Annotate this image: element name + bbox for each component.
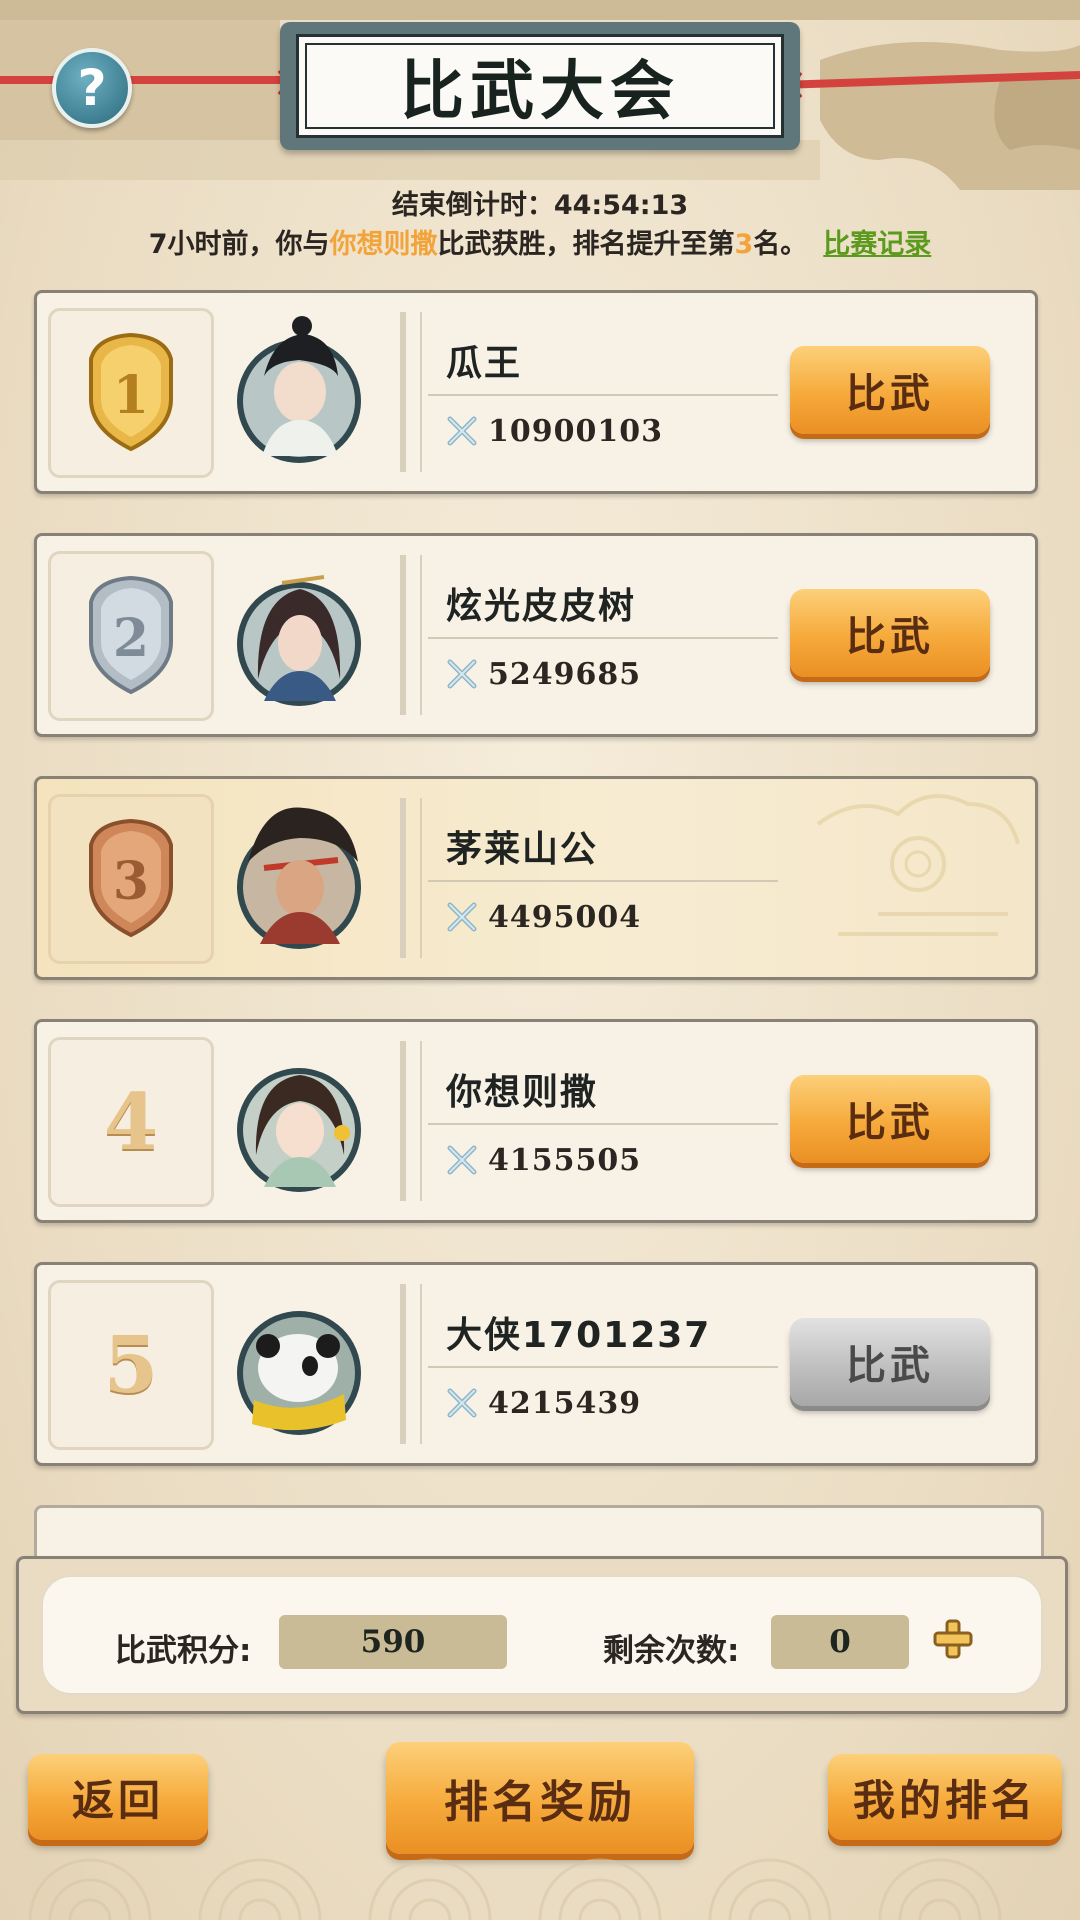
crossed-swords-icon bbox=[447, 659, 477, 688]
stats-panel: 比武积分: 590 剩余次数: 0 bbox=[16, 1556, 1068, 1714]
battle-notice: 7小时前，你与你想则撒比武获胜，排名提升至第3名。 比赛记录 bbox=[0, 222, 1080, 261]
countdown-value: 44:54:13 bbox=[553, 190, 689, 221]
avatar-portrait-4 bbox=[237, 1068, 361, 1192]
challenge-button-5[interactable]: 比武 bbox=[790, 1318, 990, 1406]
rank-number: 5 bbox=[103, 1319, 159, 1411]
notice-middle: 比武获胜，排名提升至第 bbox=[437, 229, 735, 260]
challenge-button-1[interactable]: 比武 bbox=[790, 346, 990, 434]
notice-suffix: 名。 bbox=[753, 229, 808, 260]
notice-opponent: 你想则撒 bbox=[329, 229, 438, 260]
player-name: 炫光皮皮树 bbox=[446, 586, 637, 627]
rank-number: 4 bbox=[103, 1076, 159, 1168]
combat-power: 4495004 bbox=[488, 900, 642, 935]
player-name: 你想则撒 bbox=[446, 1072, 599, 1113]
silver-shield-icon: 2 bbox=[89, 575, 173, 695]
player-name: 瓜王 bbox=[446, 343, 523, 384]
match-record-link[interactable]: 比赛记录 bbox=[823, 229, 931, 260]
title-plaque: 比武大会 bbox=[280, 22, 800, 150]
help-button[interactable]: ? bbox=[52, 48, 132, 128]
rank-badge-box: 4 bbox=[48, 1037, 214, 1207]
points-value: 590 bbox=[279, 1615, 507, 1669]
combat-power: 4155505 bbox=[488, 1143, 642, 1178]
player-name: 茅莱山公 bbox=[446, 829, 599, 870]
avatar-portrait-2 bbox=[237, 575, 361, 706]
crossed-swords-icon bbox=[447, 416, 477, 445]
rank-card-5: 5 大侠1701237 4215439 比武 bbox=[34, 1262, 1038, 1466]
gold-shield-icon: 1 bbox=[89, 332, 173, 452]
challenge-button-2[interactable]: 比武 bbox=[790, 589, 990, 677]
player-name: 大侠1701237 bbox=[446, 1315, 712, 1356]
rank-badge-box: 3 bbox=[48, 794, 214, 964]
rank-badge-box: 1 bbox=[48, 308, 214, 478]
remaining-label: 剩余次数: bbox=[603, 1633, 740, 1669]
add-attempts-plus-icon[interactable] bbox=[931, 1617, 975, 1661]
bronze-shield-icon: 3 bbox=[89, 818, 173, 938]
crossed-swords-icon bbox=[447, 1145, 477, 1174]
avatar-portrait-5 bbox=[237, 1311, 361, 1435]
svg-text:1: 1 bbox=[113, 365, 149, 426]
points-label: 比武积分: bbox=[115, 1633, 252, 1669]
page-title: 比武大会 bbox=[400, 55, 680, 129]
svg-text:2: 2 bbox=[113, 608, 149, 669]
svg-text:3: 3 bbox=[113, 851, 149, 912]
rank-badge-box: 2 bbox=[48, 551, 214, 721]
crossed-swords-icon bbox=[447, 902, 477, 931]
rank-card-1: 1 瓜王 10900103 比武 bbox=[34, 290, 1038, 494]
avatar-portrait-3 bbox=[237, 807, 361, 949]
countdown-label: 结束倒计时： bbox=[391, 190, 554, 221]
crossed-swords-icon bbox=[447, 1388, 477, 1417]
remaining-value: 0 bbox=[771, 1615, 909, 1669]
combat-power: 10900103 bbox=[488, 414, 663, 449]
countdown: 结束倒计时：44:54:13 bbox=[0, 183, 1080, 222]
combat-power: 4215439 bbox=[488, 1386, 642, 1421]
combat-power: 5249685 bbox=[488, 657, 642, 692]
question-icon: ? bbox=[77, 59, 107, 117]
rank-card-4: 4 你想则撒 4155505 比武 bbox=[34, 1019, 1038, 1223]
rank-card-3: 3 茅莱山公 4495004 bbox=[34, 776, 1038, 980]
avatar-portrait-1 bbox=[237, 316, 361, 463]
notice-rank: 3 bbox=[734, 229, 754, 260]
challenge-button-4[interactable]: 比武 bbox=[790, 1075, 990, 1163]
wave-pattern-decoration bbox=[28, 1858, 1002, 1920]
notice-prefix: 7小时前，你与 bbox=[148, 229, 330, 260]
rank-badge-box: 5 bbox=[48, 1280, 214, 1450]
rank-card-2: 2 炫光皮皮树 5249685 比武 bbox=[34, 533, 1038, 737]
